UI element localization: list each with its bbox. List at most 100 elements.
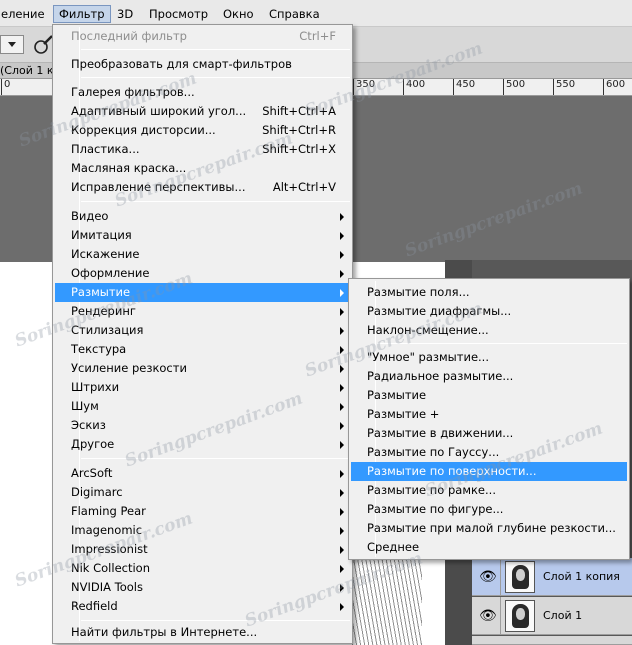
menu-item-gaussian-blur[interactable]: Размытие по Гауссу... xyxy=(351,443,627,462)
menu-item-lens-correction[interactable]: Коррекция дисторсии... Shift+Ctrl+R xyxy=(55,121,350,140)
submenu-arrow-icon xyxy=(340,308,344,316)
menu-item-liquify[interactable]: Пластика... Shift+Ctrl+X xyxy=(55,140,350,159)
menu-item-other[interactable]: Другое xyxy=(55,435,350,454)
menu-item-convert-smart-filters[interactable]: Преобразовать для смарт-фильтров xyxy=(55,55,350,74)
menu-bar: еление Фильтр 3D Просмотр Окно Справка xyxy=(0,0,632,27)
menu-window[interactable]: Окно xyxy=(218,5,259,23)
submenu-arrow-icon xyxy=(340,441,344,449)
menu-item-nik-collection[interactable]: Nik Collection xyxy=(55,559,350,578)
menu-item-digimarc[interactable]: Digimarc xyxy=(55,483,350,502)
submenu-arrow-icon xyxy=(340,213,344,221)
submenu-arrow-icon xyxy=(340,489,344,497)
menu-item-blur[interactable]: Размытие xyxy=(55,283,350,302)
menu-item-distort[interactable]: Искажение xyxy=(55,245,350,264)
submenu-arrow-icon xyxy=(340,603,344,611)
menu-item-sketch[interactable]: Эскиз xyxy=(55,416,350,435)
divider xyxy=(500,558,501,596)
ruler-tick: 600 xyxy=(602,79,626,95)
menu-3d[interactable]: 3D xyxy=(112,5,138,23)
menu-item-flaming-pear[interactable]: Flaming Pear xyxy=(55,502,350,521)
menu-item-tilt-shift[interactable]: Наклон-смещение... xyxy=(351,321,627,340)
menu-item-stylize[interactable]: Стилизация xyxy=(55,321,350,340)
menu-item-box-blur[interactable]: Размытие по рамке... xyxy=(351,481,627,500)
ruler-tick: 0 xyxy=(0,79,11,95)
menu-item-motion-blur[interactable]: Размытие в движении... xyxy=(351,424,627,443)
menu-item-filter-gallery[interactable]: Галерея фильтров... xyxy=(55,83,350,102)
menu-item-stylize-design[interactable]: Оформление xyxy=(55,264,350,283)
blur-submenu: Размытие поля... Размытие диафрагмы... Н… xyxy=(348,278,630,560)
menu-item-radial-blur[interactable]: Радиальное размытие... xyxy=(351,367,627,386)
menu-item-last-filter: Последний фильтр Ctrl+F xyxy=(71,29,336,43)
submenu-arrow-icon xyxy=(340,565,344,573)
submenu-arrow-icon xyxy=(340,584,344,592)
menu-item-adaptive-wide-angle[interactable]: Адаптивный широкий угол... Shift+Ctrl+A xyxy=(55,102,350,121)
menu-separator xyxy=(377,343,627,344)
submenu-arrow-icon xyxy=(340,270,344,278)
submenu-arrow-icon xyxy=(340,289,344,297)
menu-item-smart-blur[interactable]: "Умное" размытие... xyxy=(351,348,627,367)
menu-item-imagenomic[interactable]: Imagenomic xyxy=(55,521,350,540)
submenu-arrow-icon xyxy=(340,327,344,335)
filter-menu: Последний фильтр Ctrl+F Преобразовать для… xyxy=(52,24,353,644)
menu-item-artistic[interactable]: Имитация xyxy=(55,226,350,245)
ruler-tick: 550 xyxy=(552,79,576,95)
layer-name: Слой 1 копия xyxy=(543,570,620,583)
document-tab-label: (Слой 1 к xyxy=(0,64,54,77)
layer-thumbnail xyxy=(505,600,535,632)
submenu-arrow-icon xyxy=(340,251,344,259)
layer-row-selected[interactable]: 👁 Слой 1 копия xyxy=(472,558,632,596)
menu-item-video[interactable]: Видео xyxy=(55,207,350,226)
menu-item-sharpen[interactable]: Усиление резкости xyxy=(55,359,350,378)
menu-filter[interactable]: Фильтр xyxy=(53,5,111,23)
eye-icon[interactable]: 👁 xyxy=(479,608,497,624)
menu-separator xyxy=(81,77,350,78)
ruler-tick: 350 xyxy=(352,79,376,95)
tool-preset-dropdown[interactable] xyxy=(0,35,24,54)
menu-item-noise[interactable]: Шум xyxy=(55,397,350,416)
menu-item-shape-blur[interactable]: Размытие по фигуре... xyxy=(351,500,627,519)
menu-item-arcsoft[interactable]: ArcSoft xyxy=(55,464,350,483)
layer-row[interactable] xyxy=(472,636,632,645)
menu-item-blur-more[interactable]: Размытие + xyxy=(351,405,627,424)
divider xyxy=(500,597,501,635)
submenu-arrow-icon xyxy=(340,508,344,516)
menu-item-redfield[interactable]: Redfield xyxy=(55,597,350,616)
menu-item-oil-paint[interactable]: Масляная краска... xyxy=(55,159,350,178)
ruler-tick: 400 xyxy=(402,79,426,95)
menu-separator xyxy=(81,201,350,202)
menu-item-blur[interactable]: Размытие xyxy=(351,386,627,405)
menu-separator xyxy=(81,49,350,50)
submenu-arrow-icon xyxy=(340,546,344,554)
menu-help[interactable]: Справка xyxy=(264,5,325,23)
menu-selection[interactable]: еление xyxy=(0,5,50,23)
layer-thumbnail xyxy=(505,561,535,593)
menu-item-nvidia-tools[interactable]: NVIDIA Tools xyxy=(55,578,350,597)
photo-hair-fragment xyxy=(352,560,422,645)
layer-name: Слой 1 xyxy=(543,609,583,622)
menu-separator xyxy=(81,458,350,459)
submenu-arrow-icon xyxy=(340,527,344,535)
submenu-arrow-icon xyxy=(340,384,344,392)
brush-tool-icon[interactable] xyxy=(32,34,54,56)
menu-separator xyxy=(81,620,350,621)
submenu-arrow-icon xyxy=(340,232,344,240)
menu-item-surface-blur[interactable]: Размытие по поверхности... xyxy=(351,462,627,481)
menu-item-render[interactable]: Рендеринг xyxy=(55,302,350,321)
submenu-arrow-icon xyxy=(340,365,344,373)
menu-item-browse-filters-online[interactable]: Найти фильтры в Интернете... xyxy=(55,623,350,642)
layer-row[interactable]: 👁 Слой 1 xyxy=(472,597,632,635)
menu-item-average[interactable]: Среднее xyxy=(351,538,627,557)
menu-item-texture[interactable]: Текстура xyxy=(55,340,350,359)
eye-icon[interactable]: 👁 xyxy=(479,569,497,585)
menu-item-field-blur[interactable]: Размытие поля... xyxy=(351,283,627,302)
menu-item-iris-blur[interactable]: Размытие диафрагмы... xyxy=(351,302,627,321)
submenu-arrow-icon xyxy=(340,403,344,411)
menu-item-brush-strokes[interactable]: Штрихи xyxy=(55,378,350,397)
ruler-tick: 500 xyxy=(502,79,526,95)
menu-view[interactable]: Просмотр xyxy=(144,5,213,23)
menu-item-vanishing-point[interactable]: Исправление перспективы... Alt+Ctrl+V xyxy=(55,178,350,197)
ruler-tick: 450 xyxy=(452,79,476,95)
menu-item-lens-blur[interactable]: Размытие при малой глубине резкости... xyxy=(351,519,627,538)
menu-item-impressionist[interactable]: Impressionist xyxy=(55,540,350,559)
submenu-arrow-icon xyxy=(340,422,344,430)
